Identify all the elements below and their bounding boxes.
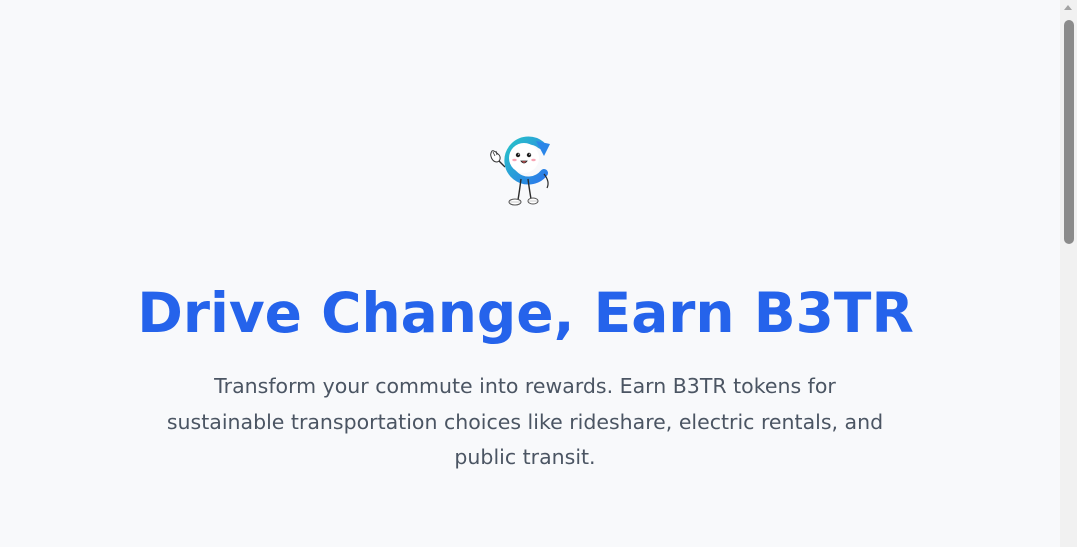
- hero-section: Drive Change, Earn B3TR Transform your c…: [0, 0, 1059, 547]
- page: Drive Change, Earn B3TR Transform your c…: [0, 0, 1077, 547]
- scroll-thumb[interactable]: [1064, 20, 1074, 244]
- scroll-up-icon[interactable]: [1064, 5, 1072, 10]
- hero-title: Drive Change, Earn B3TR: [137, 281, 914, 345]
- recycle-mascot-icon: [486, 132, 556, 208]
- hero-subtitle: Transform your commute into rewards. Ear…: [166, 374, 884, 469]
- mascot-wave-hand: [490, 150, 506, 168]
- vertical-scrollbar[interactable]: [1060, 0, 1077, 547]
